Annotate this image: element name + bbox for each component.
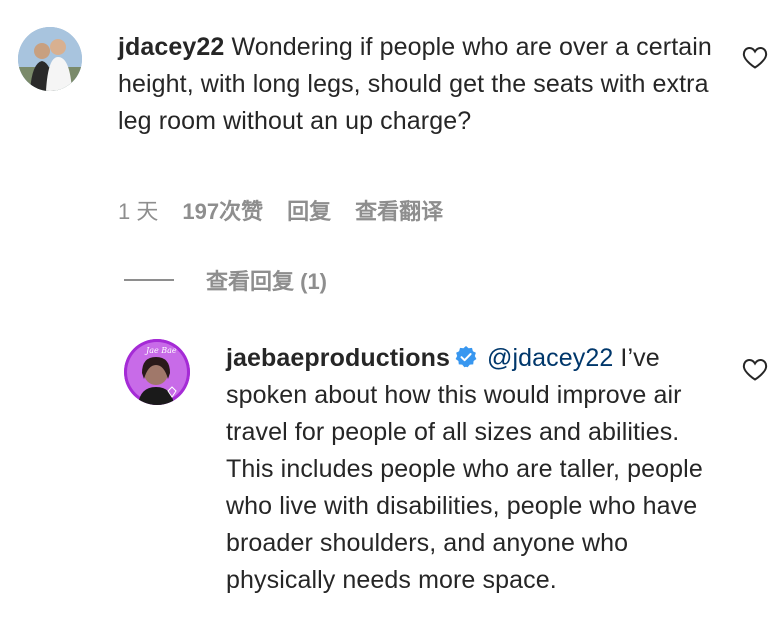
view-replies-label[interactable]: 查看回复 (1) [206, 264, 327, 296]
comment-likes[interactable]: 197次赞 [182, 194, 263, 226]
comment-body: jdacey22 Wondering if people who are ove… [118, 29, 718, 140]
view-replies-button[interactable]: 查看回复 (1) [124, 264, 327, 296]
like-heart-icon[interactable] [742, 46, 768, 70]
view-replies-divider [124, 279, 174, 281]
reply-avatar[interactable]: Jae Bae [124, 339, 190, 405]
comment-meta: 1 天 197次赞 回复 查看翻译 [118, 194, 467, 226]
reply-username[interactable]: jaebaeproductions [226, 344, 450, 372]
svg-text:Jae Bae: Jae Bae [144, 346, 177, 355]
reply-text: I’ve spoken about how this would improve… [226, 344, 703, 594]
comment-username[interactable]: jdacey22 [118, 33, 224, 61]
avatar-photo-icon: Jae Bae [124, 339, 190, 405]
see-translation-button[interactable]: 查看翻译 [355, 194, 443, 226]
comment-avatar[interactable] [18, 27, 82, 91]
reply-body: jaebaeproductions @jdacey22 I’ve spoken … [226, 340, 716, 599]
reply-mention[interactable]: @jdacey22 [487, 344, 613, 372]
avatar-photo-icon [18, 27, 82, 91]
comment-time: 1 天 [118, 199, 159, 224]
like-heart-icon[interactable] [742, 358, 768, 382]
reply-button[interactable]: 回复 [287, 194, 331, 226]
verified-badge-icon [455, 346, 477, 368]
